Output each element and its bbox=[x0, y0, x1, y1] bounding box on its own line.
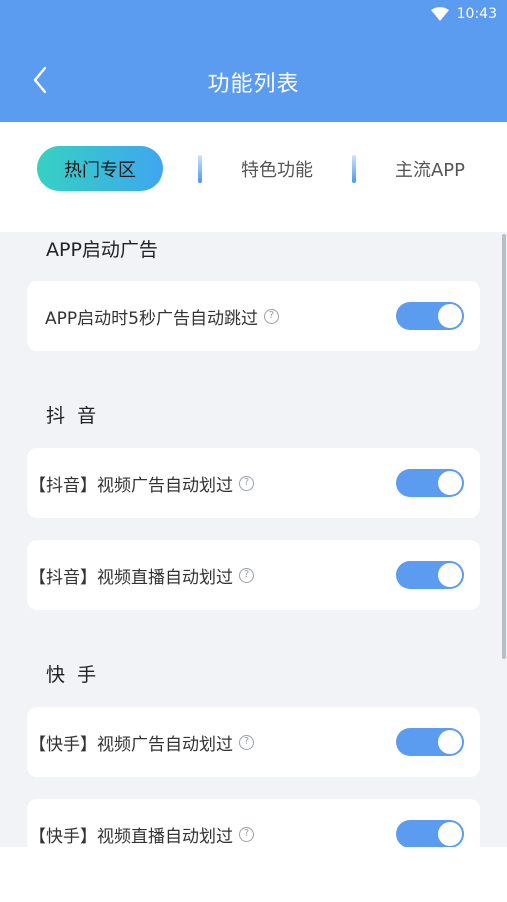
toggle-knob bbox=[438, 730, 462, 754]
tab-divider bbox=[352, 155, 356, 183]
item-label: 【快手】视频广告自动划过 bbox=[29, 734, 233, 755]
item-label: 【快手】视频直播自动划过 bbox=[29, 826, 233, 847]
section-title-app-launch-ads: APP启动广告 bbox=[46, 239, 158, 261]
help-icon[interactable]: ? bbox=[239, 567, 254, 583]
scrollbar[interactable] bbox=[502, 234, 506, 659]
list-item: 【抖音】视频广告自动划过 ? bbox=[27, 448, 480, 518]
section-title-douyin: 抖 音 bbox=[46, 405, 97, 427]
status-time: 10:43 bbox=[456, 6, 497, 22]
tab-bar: 热门专区 特色功能 主流APP bbox=[0, 122, 507, 232]
list-item: 【快手】视频直播自动划过 ? bbox=[27, 799, 480, 847]
title-bar: 功能列表 bbox=[0, 28, 507, 122]
tab-mainstream-apps[interactable]: 主流APP bbox=[380, 146, 480, 191]
section-title-kuaishou: 快 手 bbox=[46, 664, 97, 686]
toggle-switch[interactable] bbox=[396, 469, 464, 497]
item-label: 【抖音】视频广告自动划过 bbox=[29, 475, 233, 496]
tab-hot-zone[interactable]: 热门专区 bbox=[37, 146, 163, 191]
help-icon[interactable]: ? bbox=[239, 734, 254, 750]
item-label: 【抖音】视频直播自动划过 bbox=[29, 567, 233, 588]
help-icon[interactable]: ? bbox=[263, 308, 279, 324]
tab-divider bbox=[198, 155, 202, 183]
page-title: 功能列表 bbox=[207, 72, 300, 97]
bottom-area bbox=[0, 847, 507, 902]
tab-featured[interactable]: 特色功能 bbox=[222, 146, 332, 191]
toggle-knob bbox=[438, 304, 462, 328]
list-item: 【快手】视频广告自动划过 ? bbox=[27, 707, 480, 777]
item-label: APP启动时5秒广告自动跳过 bbox=[45, 308, 258, 329]
wifi-icon bbox=[430, 7, 449, 21]
status-icons: 10:43 bbox=[430, 4, 497, 24]
toggle-knob bbox=[438, 471, 462, 495]
toggle-switch[interactable] bbox=[396, 820, 464, 847]
toggle-knob bbox=[438, 563, 462, 587]
toggle-switch[interactable] bbox=[396, 302, 464, 330]
feature-list[interactable]: APP启动广告 APP启动时5秒广告自动跳过 ? 抖 音 【抖音】视频广告自动划… bbox=[0, 232, 507, 847]
help-icon[interactable]: ? bbox=[239, 826, 254, 842]
toggle-switch[interactable] bbox=[396, 728, 464, 756]
toggle-switch[interactable] bbox=[396, 561, 464, 589]
toggle-knob bbox=[438, 822, 462, 846]
list-item: APP启动时5秒广告自动跳过 ? bbox=[27, 281, 480, 351]
help-icon[interactable]: ? bbox=[239, 475, 254, 491]
list-item: 【抖音】视频直播自动划过 ? bbox=[27, 540, 480, 610]
status-bar: 10:43 bbox=[0, 0, 507, 28]
